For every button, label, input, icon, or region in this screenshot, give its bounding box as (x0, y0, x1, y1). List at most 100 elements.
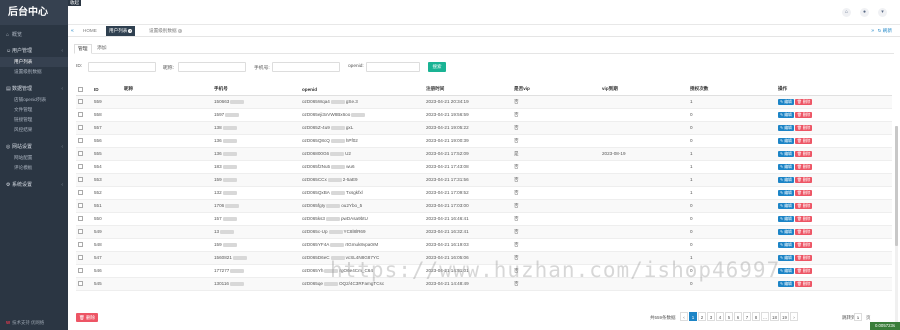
sidebar-group-data[interactable]: ▤数据管理 (0, 83, 68, 95)
sidebar-item-site-config[interactable]: 网站配置 (0, 153, 68, 163)
delete-button[interactable]: 🗑 删除 (794, 124, 813, 131)
pager-page-2[interactable]: 2 (698, 312, 706, 321)
delete-button[interactable]: 🗑 删除 (794, 280, 813, 287)
pager-prev-button[interactable]: ‹ (680, 312, 688, 321)
edit-button[interactable]: ✎ 编辑 (778, 228, 794, 235)
table-row[interactable]: 553 159 ozD065CCx 2-5aE9 2023-04-21 17:31:56… (76, 173, 892, 187)
delete-button[interactable]: 🗑 删除 (794, 137, 813, 144)
menu-toggle-button[interactable]: 收起 (68, 0, 81, 6)
pager-page-4[interactable]: 4 (716, 312, 724, 321)
tab-level-settings[interactable]: 设置级别数据 × (146, 26, 185, 36)
delete-button[interactable]: 🗑 删除 (794, 241, 813, 248)
sidebar-item-level-settings[interactable]: 设置级别数据 (0, 67, 68, 77)
nickname-input[interactable] (178, 62, 246, 72)
delete-button[interactable]: 🗑 删除 (794, 189, 813, 196)
sidebar-item-comment-template[interactable]: 评论模板 (0, 163, 68, 173)
delete-button[interactable]: 🗑 删除 (794, 111, 813, 118)
batch-delete-button[interactable]: 🗑 删除 (76, 313, 98, 322)
sidebar-item-openid-list[interactable]: 店铺openid列表 (0, 95, 68, 105)
table-row[interactable]: 558 1597 ozD065eji3xVW8Bx6oo 2023-04-21 19:… (76, 108, 892, 122)
col-header-phone[interactable]: 手机号 (212, 84, 300, 96)
sidebar-item-risk-result[interactable]: 风控结果 (0, 125, 68, 135)
delete-button[interactable]: 🗑 删除 (794, 98, 813, 105)
col-header-auth-count[interactable]: 授权次数 (688, 84, 776, 96)
pager-page-5[interactable]: 5 (725, 312, 733, 321)
row-checkbox[interactable] (78, 281, 83, 287)
row-checkbox[interactable] (78, 151, 83, 157)
pager-page-1[interactable]: 1 (689, 312, 697, 321)
edit-button[interactable]: ✎ 编辑 (778, 202, 794, 209)
delete-button[interactable]: 🗑 删除 (794, 267, 813, 274)
close-tab-icon[interactable]: × (177, 29, 182, 33)
sidebar-item-file-manage[interactable]: 文件管理 (0, 105, 68, 115)
edit-button[interactable]: ✎ 编辑 (778, 176, 794, 183)
col-header-register-time[interactable]: 注册时间 (424, 84, 512, 96)
phone-input[interactable] (272, 62, 340, 72)
sidebar-item-link-manage[interactable]: 链接管理 (0, 115, 68, 125)
row-checkbox[interactable] (78, 268, 83, 274)
table-row[interactable]: 550 157 ozD065ks3 pwDAsa9btU 2023-04-21 16:4… (76, 212, 892, 226)
edit-button[interactable]: ✎ 编辑 (778, 254, 794, 261)
table-row[interactable]: 556 136 ozD065Q8cQ hPf02 2023-04-21 19:00:39… (76, 134, 892, 148)
sidebar-group-users[interactable]: ☺用户管理 (0, 45, 68, 57)
sidebar-item-user-list[interactable]: 用户列表 (0, 57, 68, 67)
row-checkbox[interactable] (78, 99, 83, 105)
edit-button[interactable]: ✎ 编辑 (778, 215, 794, 222)
row-checkbox[interactable] (78, 177, 83, 183)
tab-user-list[interactable]: 用户列表 × (106, 26, 136, 36)
table-row[interactable]: 549 13 ozD065c-Up YC8l8lR69 2023-04-21 16:32… (76, 225, 892, 239)
caret-down-icon[interactable]: ▾ (878, 8, 887, 17)
col-header-nickname[interactable]: 昵称 (122, 84, 212, 96)
close-tab-icon[interactable]: × (128, 29, 133, 33)
table-row[interactable]: 555 136 ozD06800G6 U2 2023-04-21 17:52:09 是 20… (76, 147, 892, 161)
row-checkbox[interactable] (78, 112, 83, 118)
openid-input[interactable] (366, 62, 420, 72)
row-checkbox[interactable] (78, 255, 83, 261)
edit-button[interactable]: ✎ 编辑 (778, 267, 794, 274)
row-checkbox[interactable] (78, 138, 83, 144)
delete-button[interactable]: 🗑 删除 (794, 202, 813, 209)
col-header-openid[interactable]: openid (300, 84, 424, 96)
table-row[interactable]: 554 183 ozD065f2Nu5 wu6 2023-04-21 17:43:08 否… (76, 160, 892, 174)
row-checkbox[interactable] (78, 203, 83, 209)
delete-button[interactable]: 🗑 删除 (794, 215, 813, 222)
row-checkbox[interactable] (78, 216, 83, 222)
subtab-add[interactable]: 添加 (94, 44, 110, 54)
pager-ellipsis[interactable]: ... (761, 312, 769, 321)
edit-button[interactable]: ✎ 编辑 (778, 163, 794, 170)
pager-page-7[interactable]: 7 (743, 312, 751, 321)
home-icon[interactable]: ⌂ (842, 8, 851, 17)
pager-page-6[interactable]: 6 (734, 312, 742, 321)
pager-page-19[interactable]: 19 (780, 312, 790, 321)
col-header-id[interactable]: ID (92, 84, 122, 96)
search-button[interactable]: 搜索 (428, 62, 446, 72)
subtab-manage[interactable]: 管理 (74, 44, 92, 54)
edit-button[interactable]: ✎ 编辑 (778, 150, 794, 157)
double-chevron-left-icon[interactable]: « (71, 28, 74, 34)
double-chevron-right-icon[interactable]: » (871, 28, 874, 34)
edit-button[interactable]: ✎ 编辑 (778, 189, 794, 196)
table-row[interactable]: 557 138 ozD065Z-4u9 gxL 2023-04-21 19:05:22 否… (76, 121, 892, 135)
delete-button[interactable]: 🗑 删除 (794, 150, 813, 157)
table-row[interactable]: 548 159 ozD065YF4A rtGmuk8vpa0rM 2023-04-21 … (76, 238, 892, 252)
select-all-checkbox[interactable] (78, 86, 83, 92)
sidebar-group-site[interactable]: ◎ 网站设置 (0, 141, 68, 153)
refresh-button[interactable]: ↻ 刷新 (878, 28, 892, 34)
edit-button[interactable]: ✎ 编辑 (778, 241, 794, 248)
delete-button[interactable]: 🗑 删除 (794, 228, 813, 235)
id-input[interactable] (88, 62, 156, 72)
pager-page-18[interactable]: 18 (770, 312, 780, 321)
edit-button[interactable]: ✎ 编辑 (778, 98, 794, 105)
tab-home[interactable]: HOME (80, 26, 100, 36)
delete-button[interactable]: 🗑 删除 (794, 176, 813, 183)
row-checkbox[interactable] (78, 164, 83, 170)
row-checkbox[interactable] (78, 125, 83, 131)
row-checkbox[interactable] (78, 190, 83, 196)
col-header-vip-expire[interactable]: vip到期 (600, 84, 688, 96)
pager-next-button[interactable]: › (790, 312, 799, 321)
delete-button[interactable]: 🗑 删除 (794, 254, 813, 261)
delete-button[interactable]: 🗑 删除 (794, 163, 813, 170)
scrollbar-thumb[interactable] (895, 126, 898, 246)
user-avatar-icon[interactable]: ● (860, 8, 869, 17)
row-checkbox[interactable] (78, 229, 83, 235)
